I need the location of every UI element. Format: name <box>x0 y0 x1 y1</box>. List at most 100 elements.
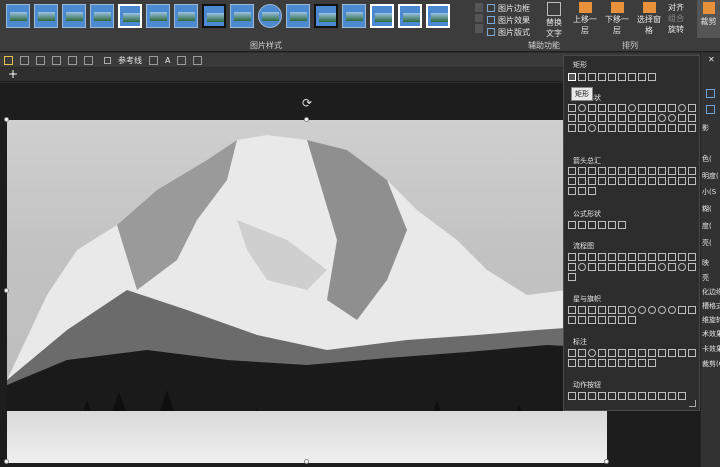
snip-round-shape[interactable] <box>648 73 656 81</box>
callout-shape[interactable] <box>638 349 646 357</box>
banner-shape[interactable] <box>628 316 636 324</box>
callout-shape[interactable] <box>608 359 616 367</box>
select-icon[interactable] <box>20 55 29 65</box>
basic-shape[interactable] <box>688 114 696 122</box>
basic-shape[interactable] <box>628 104 636 112</box>
picture-style-3[interactable] <box>62 4 86 28</box>
basic-shape[interactable] <box>618 104 626 112</box>
banner-shape[interactable] <box>688 306 696 314</box>
arrow-shape[interactable] <box>568 167 576 175</box>
flowchart-shape[interactable] <box>568 253 576 261</box>
picture-style-13[interactable] <box>342 4 366 28</box>
flowchart-shape[interactable] <box>678 253 686 261</box>
flowchart-shape[interactable] <box>658 253 666 261</box>
callout-shape[interactable] <box>648 359 656 367</box>
basic-shape[interactable] <box>578 114 586 122</box>
banner-shape[interactable] <box>588 316 596 324</box>
picture-style-15[interactable] <box>398 4 422 28</box>
send-backward-button[interactable]: 下移一层 <box>604 2 630 36</box>
flowchart-shape[interactable] <box>578 263 586 271</box>
flowchart-shape[interactable] <box>588 263 596 271</box>
rotate-button[interactable]: 旋转 <box>668 24 698 35</box>
picture-style-4[interactable] <box>90 4 114 28</box>
banner-shape[interactable] <box>608 316 616 324</box>
banner-shape[interactable] <box>618 316 626 324</box>
pane-item[interactable]: 糊( <box>702 204 712 214</box>
pane-item[interactable]: 色( <box>702 154 712 164</box>
arrow-shape[interactable] <box>598 167 606 175</box>
basic-shape[interactable] <box>608 114 616 122</box>
resize-handle-se[interactable] <box>604 459 609 464</box>
multiply-shape[interactable] <box>588 221 596 229</box>
flowchart-shape[interactable] <box>688 263 696 271</box>
basic-shape[interactable] <box>648 104 656 112</box>
picture-effects-button[interactable]: 图片效果 <box>487 14 547 26</box>
basic-shape[interactable] <box>658 114 666 122</box>
pane-item[interactable]: 映 <box>702 258 709 268</box>
group-button[interactable]: 组合 <box>668 13 698 24</box>
arrow-shape[interactable] <box>578 177 586 185</box>
callout-shape[interactable] <box>578 349 586 357</box>
arrow-shape[interactable] <box>678 167 686 175</box>
flowchart-shape[interactable] <box>648 263 656 271</box>
basic-shape[interactable] <box>658 124 666 132</box>
bring-forward-button[interactable]: 上移一层 <box>572 2 598 36</box>
star-shape[interactable] <box>568 306 576 314</box>
arrow-shape[interactable] <box>578 187 586 195</box>
arrow-shape[interactable] <box>668 177 676 185</box>
pane-item[interactable]: 裁剪(C <box>702 359 720 369</box>
arrow-shape[interactable] <box>608 177 616 185</box>
action-button-shape[interactable] <box>598 392 606 400</box>
basic-shape[interactable] <box>598 114 606 122</box>
arrow-shape[interactable] <box>658 167 666 175</box>
flowchart-shape[interactable] <box>588 253 596 261</box>
resize-handle-nw[interactable] <box>4 117 9 122</box>
eraser-icon[interactable] <box>68 55 77 65</box>
callout-shape[interactable] <box>688 349 696 357</box>
flowchart-shape[interactable] <box>648 253 656 261</box>
arrow-shape[interactable] <box>648 177 656 185</box>
minus-shape[interactable] <box>578 221 586 229</box>
snip-corner-shape[interactable] <box>598 73 606 81</box>
lasso-icon[interactable] <box>36 55 45 65</box>
star-shape[interactable] <box>658 306 666 314</box>
gallery-up-icon[interactable] <box>475 3 483 12</box>
arrow-shape[interactable] <box>628 177 636 185</box>
arrow-shape[interactable] <box>668 167 676 175</box>
picture-style-6[interactable] <box>146 4 170 28</box>
snip-diagonal-shape[interactable] <box>608 73 616 81</box>
flowchart-shape[interactable] <box>598 263 606 271</box>
basic-shape[interactable] <box>588 124 596 132</box>
basic-shape[interactable] <box>598 104 606 112</box>
arrow-shape[interactable] <box>598 177 606 185</box>
flowchart-shape[interactable] <box>638 263 646 271</box>
arrow-shape[interactable] <box>688 177 696 185</box>
basic-shape[interactable] <box>668 114 676 122</box>
flowchart-shape[interactable] <box>668 253 676 261</box>
arrow-shape[interactable] <box>618 167 626 175</box>
callout-shape[interactable] <box>598 359 606 367</box>
picture-style-9[interactable] <box>230 4 254 28</box>
flowchart-shape[interactable] <box>678 263 686 271</box>
callout-shape[interactable] <box>648 349 656 357</box>
not-equal-shape[interactable] <box>618 221 626 229</box>
flowchart-shape[interactable] <box>628 253 636 261</box>
callout-shape[interactable] <box>568 359 576 367</box>
star-shape[interactable] <box>598 306 606 314</box>
callout-shape[interactable] <box>568 349 576 357</box>
star-shape[interactable] <box>588 306 596 314</box>
equal-shape[interactable] <box>608 221 616 229</box>
action-button-shape[interactable] <box>638 392 646 400</box>
callout-shape[interactable] <box>588 359 596 367</box>
arrow-shape[interactable] <box>678 177 686 185</box>
basic-shape[interactable] <box>688 124 696 132</box>
callout-shape[interactable] <box>618 349 626 357</box>
more-icon[interactable] <box>193 55 203 65</box>
picture-style-1[interactable] <box>6 4 30 28</box>
basic-shape[interactable] <box>688 104 696 112</box>
basic-shape[interactable] <box>608 104 616 112</box>
action-button-shape[interactable] <box>668 392 676 400</box>
selected-picture[interactable] <box>7 120 607 463</box>
pane-item[interactable]: 小(S <box>702 187 716 197</box>
basic-shape[interactable] <box>648 124 656 132</box>
